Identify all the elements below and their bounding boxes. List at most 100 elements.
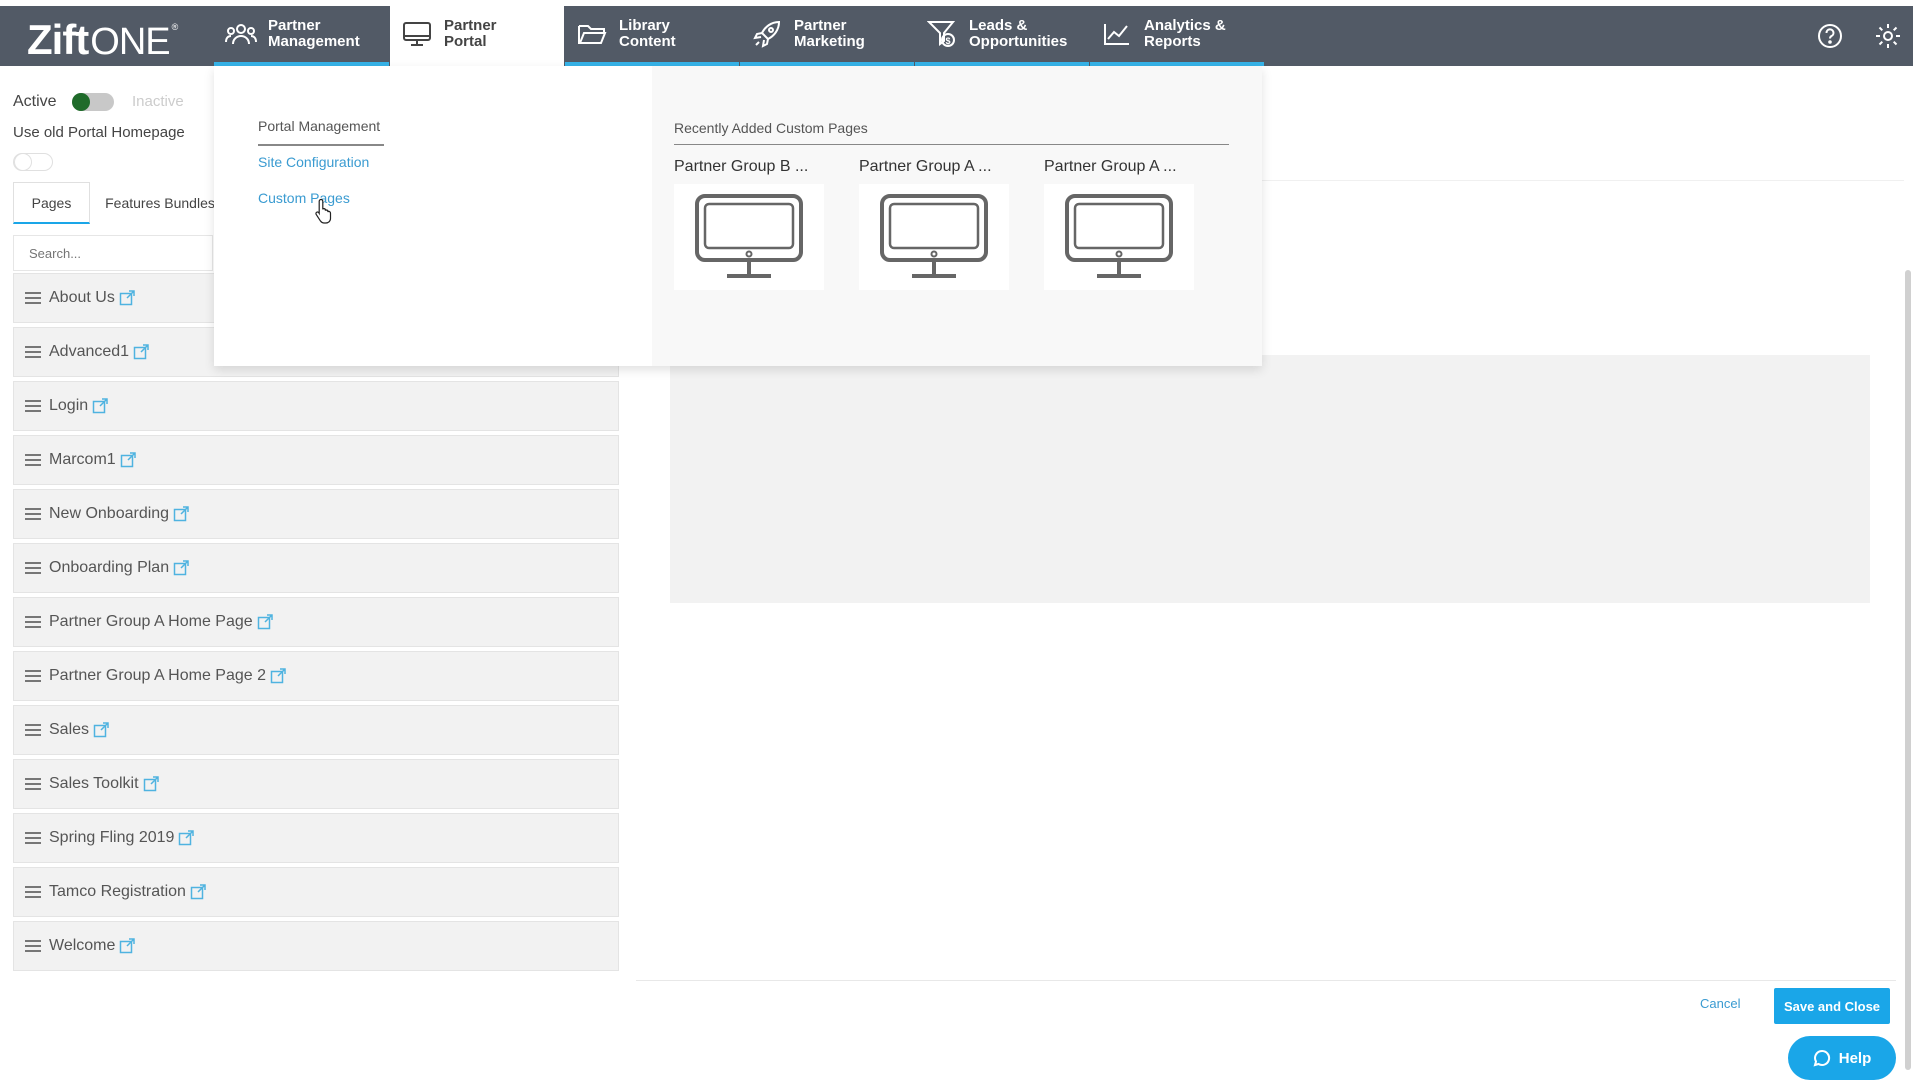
drag-handle-icon[interactable] [25, 559, 41, 577]
page-name: Advanced1 [49, 343, 130, 360]
cancel-button[interactable]: Cancel [1700, 996, 1740, 1011]
inactive-label: Inactive [132, 93, 184, 110]
external-link-icon[interactable] [119, 938, 136, 954]
drag-handle-icon[interactable] [25, 451, 41, 469]
card-title: Partner Group A ... [1044, 158, 1177, 175]
help-button[interactable]: Help [1788, 1036, 1896, 1080]
nav-tab-leads-opportunities[interactable]: $ Leads & Opportunities [915, 6, 1089, 66]
nav-tab-partner-marketing[interactable]: Partner Marketing [740, 6, 914, 66]
list-item[interactable]: Sales Toolkit [13, 759, 619, 809]
help-circle-icon[interactable] [1814, 20, 1846, 52]
nav-tab-partner-management[interactable]: Partner Management [214, 6, 389, 66]
external-link-icon[interactable] [119, 290, 135, 306]
external-link-icon[interactable] [173, 506, 189, 522]
external-link-icon[interactable] [120, 452, 136, 468]
list-item[interactable]: Partner Group A Home Page [13, 597, 619, 647]
external-link-icon[interactable] [173, 560, 189, 576]
custom-page-card[interactable]: Partner Group B ... [674, 158, 824, 290]
tab-features-bundles[interactable]: Features Bundles [100, 182, 220, 224]
monitor-icon [674, 184, 824, 290]
nav-tab-library-content[interactable]: Library Content [565, 6, 739, 66]
drag-handle-icon[interactable] [25, 829, 41, 847]
external-link-icon[interactable] [92, 398, 108, 414]
drag-handle-icon[interactable] [25, 505, 41, 523]
recent-pages-panel: Recently Added Custom Pages Partner Grou… [652, 66, 1262, 366]
list-item[interactable]: New Onboarding [13, 489, 619, 539]
toggle-knob [72, 93, 90, 111]
external-link-icon[interactable] [178, 830, 195, 846]
drag-handle-icon[interactable] [25, 397, 41, 415]
drag-handle-icon[interactable] [25, 667, 41, 685]
site-configuration-link[interactable]: Site Configuration [258, 154, 369, 170]
toggle-knob [14, 153, 32, 171]
search-input[interactable] [13, 235, 213, 271]
monitor-icon [859, 184, 1009, 290]
list-item[interactable]: Login [13, 381, 619, 431]
external-link-icon[interactable] [133, 344, 149, 360]
drag-handle-icon[interactable] [25, 343, 41, 361]
rocket-icon [750, 19, 784, 49]
logo-main: Zift [27, 16, 89, 63]
card-title: Partner Group B ... [674, 158, 809, 175]
drag-handle-icon[interactable] [25, 289, 41, 307]
external-link-icon[interactable] [257, 614, 273, 630]
active-toggle[interactable] [72, 93, 114, 111]
monitor-icon [1044, 184, 1194, 290]
nav-tab-label: Partner Portal [444, 17, 497, 50]
list-item[interactable]: Partner Group A Home Page 2 [13, 651, 619, 701]
logo-secondary: ONE [90, 21, 170, 63]
top-nav-bar: Zift ONE ® Partner Management Partner Port… [0, 6, 1913, 66]
list-item[interactable]: Sales [13, 705, 619, 755]
scrollbar[interactable] [1905, 270, 1911, 1070]
svg-text:$: $ [946, 36, 951, 46]
funnel-dollar-icon: $ [925, 19, 959, 49]
external-link-icon[interactable] [143, 776, 159, 792]
chart-icon [1100, 19, 1134, 49]
logo-trademark: ® [171, 22, 179, 32]
custom-page-card[interactable]: Partner Group A ... [1044, 158, 1194, 290]
nav-tab-label: Partner Management [268, 17, 360, 50]
list-item[interactable]: Marcom1 [13, 435, 619, 485]
external-link-icon[interactable] [190, 884, 206, 900]
page-name: Sales [49, 721, 90, 738]
drag-handle-icon[interactable] [25, 775, 41, 793]
external-link-icon[interactable] [270, 668, 286, 684]
people-icon [224, 19, 258, 49]
folder-icon [575, 19, 609, 49]
page-name: Welcome [49, 937, 116, 954]
custom-pages-link[interactable]: Custom Pages [258, 190, 350, 206]
recent-pages-heading: Recently Added Custom Pages [674, 120, 868, 136]
page-name: Onboarding Plan [49, 559, 170, 576]
page-name: Tamco Registration [49, 883, 186, 900]
page-name: Spring Fling 2019 [49, 829, 175, 846]
ziftone-logo[interactable]: Zift ONE ® [27, 16, 179, 63]
divider [636, 980, 1896, 981]
old-portal-toggle[interactable] [13, 153, 53, 171]
list-item[interactable]: Onboarding Plan [13, 543, 619, 593]
active-label: Active [13, 93, 57, 110]
hand-cursor-icon [315, 198, 333, 229]
drag-handle-icon[interactable] [25, 613, 41, 631]
nav-tab-analytics-reports[interactable]: Analytics & Reports [1090, 6, 1264, 66]
drag-handle-icon[interactable] [25, 883, 41, 901]
page-name: Partner Group A Home Page 2 [49, 667, 267, 684]
custom-page-card[interactable]: Partner Group A ... [859, 158, 1009, 290]
help-label: Help [1838, 1049, 1872, 1067]
partner-portal-dropdown: Portal Management Site Configuration Cus… [214, 66, 1262, 366]
external-link-icon[interactable] [93, 722, 109, 738]
save-and-close-button[interactable]: Save and Close [1774, 988, 1890, 1024]
page-name: Login [49, 397, 89, 414]
card-title: Partner Group A ... [859, 158, 992, 175]
list-item[interactable]: Spring Fling 2019 [13, 813, 619, 863]
page-name: New Onboarding [49, 505, 170, 522]
drag-handle-icon[interactable] [25, 721, 41, 739]
nav-tab-partner-portal[interactable]: Partner Portal [390, 6, 564, 66]
list-item[interactable]: Tamco Registration [13, 867, 619, 917]
old-portal-label: Use old Portal Homepage [13, 124, 185, 141]
list-item[interactable]: Welcome [13, 921, 619, 971]
nav-tab-label: Analytics & Reports [1144, 17, 1226, 50]
tab-pages[interactable]: Pages [13, 182, 90, 224]
gear-icon[interactable] [1872, 20, 1904, 52]
monitor-icon [400, 19, 434, 49]
drag-handle-icon[interactable] [25, 937, 41, 955]
